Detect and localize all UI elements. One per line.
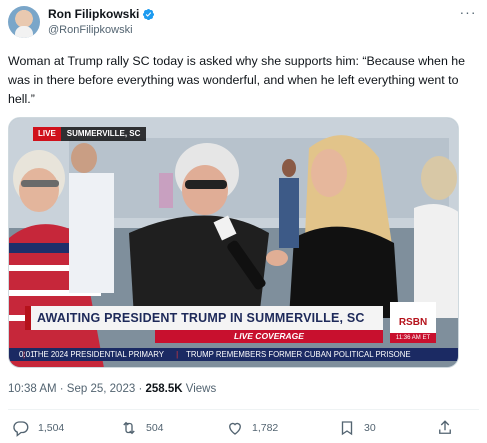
live-badge: LIVE <box>33 127 61 141</box>
views-count: 258.5K <box>145 383 183 395</box>
tweet-header: Ron Filipkowski @RonFilipkowski ··· <box>8 5 479 42</box>
more-icon[interactable]: ··· <box>457 5 479 22</box>
tweet-time[interactable]: 10:38 AM · Sep 25, 2023 <box>8 383 135 395</box>
author-display-name[interactable]: Ron Filipkowski <box>48 7 139 21</box>
ticker-item: TRUMP REMEMBERS FORMER CUBAN POLITICAL P… <box>186 350 411 359</box>
bookmark-count: 30 <box>364 422 376 434</box>
repost-icon <box>123 421 135 435</box>
reply-count: 1,504 <box>38 422 65 434</box>
tweet-meta: 10:38 AM · Sep 25, 2023 · 258.5K Views <box>8 383 216 395</box>
tweet-text: Woman at Trump rally SC today is asked w… <box>8 54 466 106</box>
live-coverage-banner: LIVE COVERAGE <box>155 330 383 343</box>
like-count: 1,782 <box>252 422 279 434</box>
news-ticker: | THE 2024 PRESIDENTIAL PRIMARY | TRUMP … <box>9 348 458 361</box>
reply-icon <box>13 421 29 437</box>
channel-clock: 11:36 AM ET <box>390 333 436 343</box>
author-name-row: Ron Filipkowski <box>48 7 155 21</box>
author-handle[interactable]: @RonFilipkowski <box>48 24 133 36</box>
channel-logo-text: RSBN <box>398 317 428 328</box>
live-location-tag: LIVE SUMMERVILLE, SC <box>33 127 147 141</box>
action-bar: 1,504 504 1,782 30 <box>8 419 479 441</box>
ticker-item: THE 2024 PRESIDENTIAL PRIMARY <box>33 350 164 359</box>
repost-button[interactable]: 504 <box>120 419 164 437</box>
location-label: SUMMERVILLE, SC <box>60 127 147 141</box>
like-icon <box>229 422 241 435</box>
reply-button[interactable]: 1,504 <box>12 419 64 437</box>
headline-banner: AWAITING PRESIDENT TRUMP IN SUMMERVILLE,… <box>25 306 383 330</box>
lower-third: AWAITING PRESIDENT TRUMP IN SUMMERVILLE,… <box>25 306 383 343</box>
avatar[interactable] <box>8 6 40 38</box>
verified-badge-icon <box>143 8 155 20</box>
bookmark-button[interactable]: 30 <box>338 419 376 437</box>
repost-count: 504 <box>146 422 164 434</box>
divider <box>8 409 479 410</box>
video-player[interactable]: LIVE SUMMERVILLE, SC AWAITING PRESIDENT … <box>8 117 459 368</box>
share-icon <box>439 420 451 434</box>
bookmark-icon <box>341 421 353 436</box>
share-button[interactable] <box>436 419 454 437</box>
views-label: Views <box>185 383 217 395</box>
like-button[interactable]: 1,782 <box>226 419 278 437</box>
video-timestamp: 0:01 <box>19 350 35 359</box>
channel-logo: RSBN 11:36 AM ET <box>390 302 436 343</box>
